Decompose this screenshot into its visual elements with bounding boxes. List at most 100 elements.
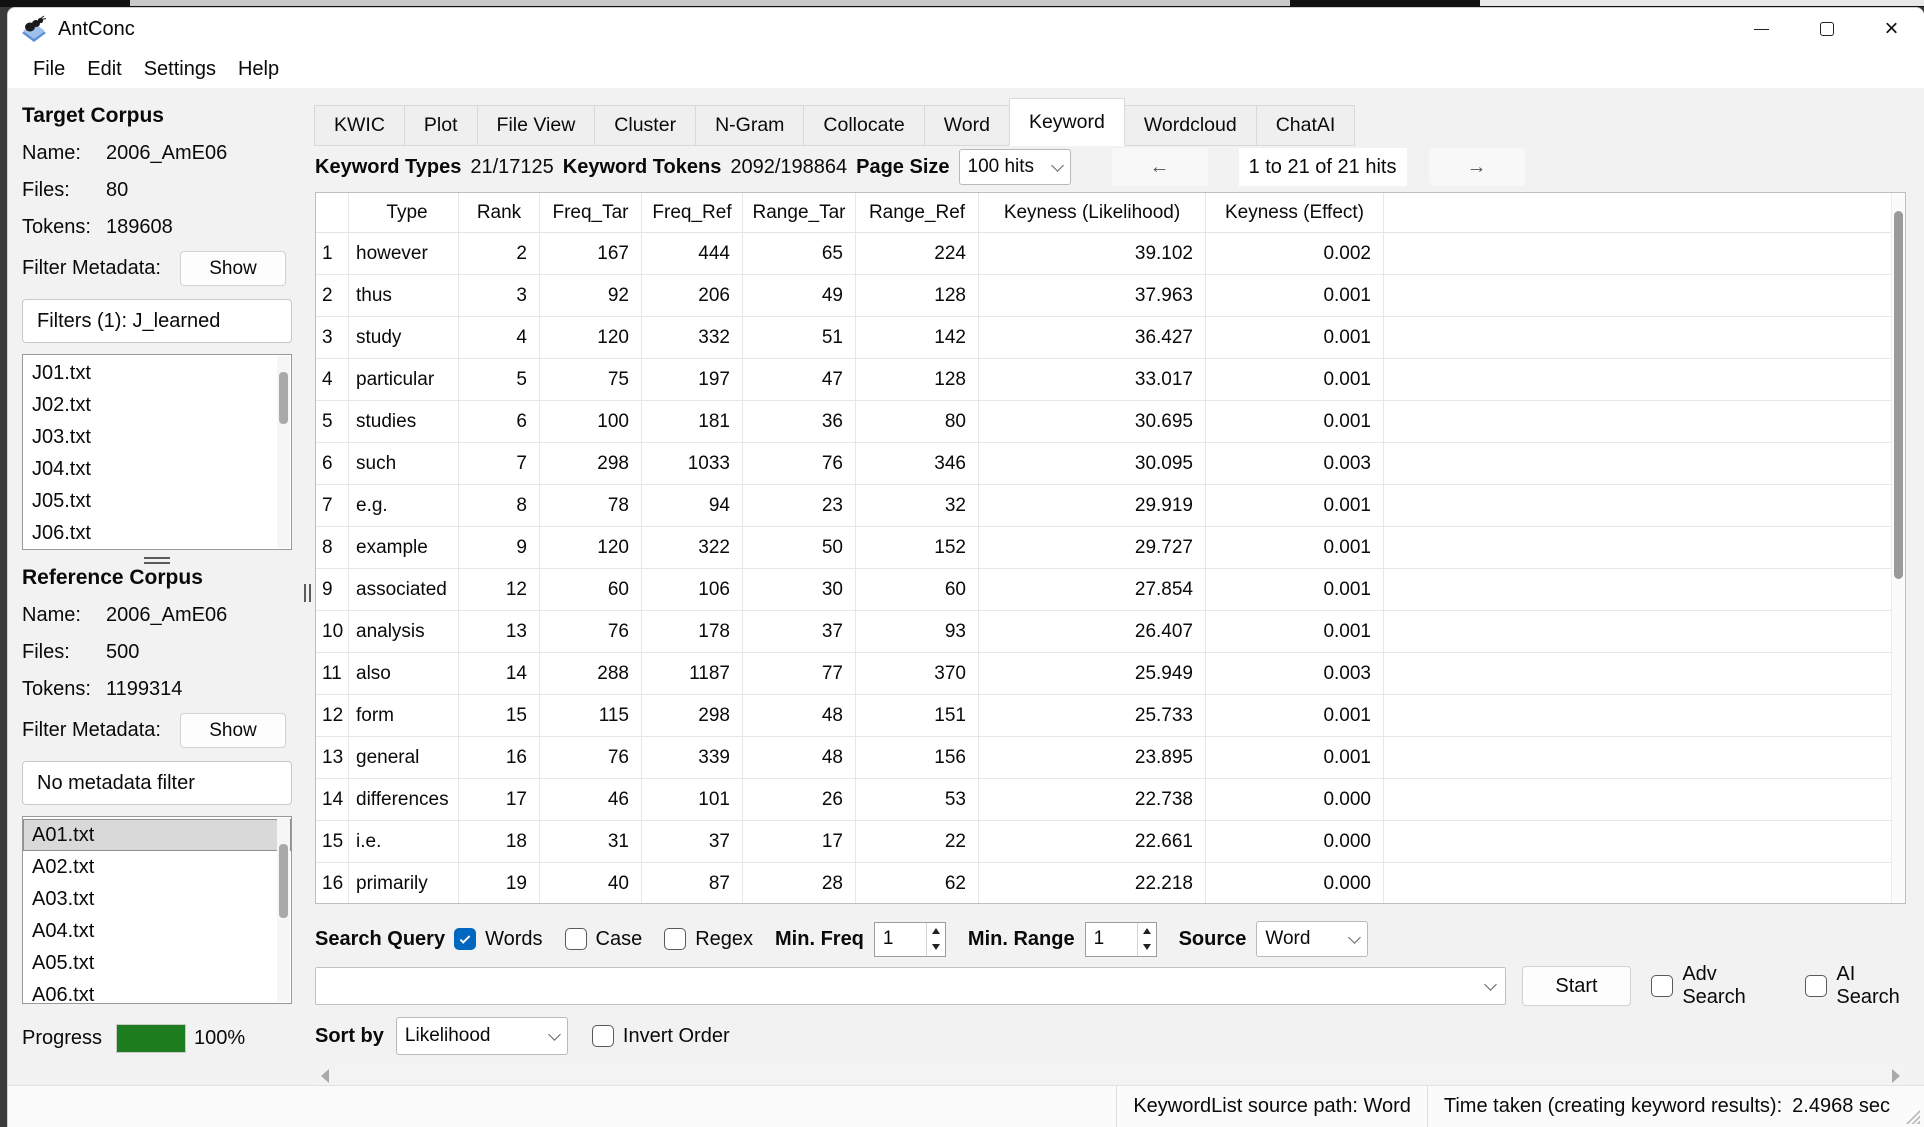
list-item[interactable]: J06.txt (23, 517, 291, 549)
target-filter-summary[interactable]: Filters (1): J_learned (22, 299, 292, 343)
close-button[interactable]: × (1859, 8, 1924, 50)
sort-by-select[interactable]: Likelihood (396, 1017, 568, 1055)
list-item[interactable]: A03.txt (23, 883, 291, 915)
reference-filter-summary[interactable]: No metadata filter (22, 761, 292, 805)
list-item[interactable]: A04.txt (23, 915, 291, 947)
table-vertical-scrollbar[interactable] (1891, 193, 1905, 903)
column-header[interactable]: Range_Ref (856, 193, 979, 232)
tab[interactable]: Wordcloud (1124, 105, 1257, 146)
minimize-button[interactable] (1729, 8, 1794, 50)
tab[interactable]: Word (924, 105, 1010, 146)
table-row[interactable]: 5 studies 6 100 181 36 80 30.695 0.001 (316, 401, 1905, 443)
list-item[interactable]: J05.txt (23, 485, 291, 517)
horizontal-splitter-handle[interactable] (144, 557, 170, 564)
table-row[interactable]: 12 form 15 115 298 48 151 25.733 0.001 (316, 695, 1905, 737)
page-size-select[interactable]: 100 hits (959, 149, 1071, 185)
list-item[interactable]: A05.txt (23, 947, 291, 979)
table-row[interactable]: 11 also 14 288 1187 77 370 25.949 0.003 (316, 653, 1905, 695)
column-header[interactable]: Keyness (Effect) (1206, 193, 1384, 232)
column-header[interactable]: Range_Tar (743, 193, 856, 232)
tab[interactable]: Plot (404, 105, 478, 146)
table-row[interactable]: 6 such 7 298 1033 76 346 30.095 0.003 (316, 443, 1905, 485)
spin-down-icon[interactable] (927, 939, 945, 956)
spin-up-icon[interactable] (1138, 923, 1156, 940)
sort-row: Sort by Likelihood Invert Order (315, 1016, 1924, 1056)
vertical-splitter-handle[interactable] (304, 584, 311, 602)
min-freq-label: Min. Freq (775, 928, 864, 951)
list-item[interactable]: J01.txt (23, 357, 291, 389)
column-header[interactable]: Freq_Tar (540, 193, 642, 232)
adv-search-checkbox[interactable] (1651, 975, 1673, 997)
source-label: Source (1179, 928, 1247, 951)
tab[interactable]: ChatAI (1256, 105, 1356, 146)
column-header[interactable]: Keyness (Likelihood) (979, 193, 1206, 232)
previous-page-button[interactable]: ← (1112, 148, 1208, 186)
regex-checkbox[interactable] (664, 928, 686, 950)
tab[interactable]: File View (477, 105, 596, 146)
pane-divider[interactable] (300, 88, 315, 1085)
search-options-row: Search Query Words Case Regex Min. Freq … (315, 920, 1924, 958)
source-select[interactable]: Word (1256, 921, 1368, 957)
table-row[interactable]: 13 general 16 76 339 48 156 23.895 0.001 (316, 737, 1905, 779)
list-item[interactable]: A02.txt (23, 851, 291, 883)
menu-item[interactable]: Edit (76, 54, 132, 85)
check-icon (460, 933, 471, 944)
menu-item[interactable]: Settings (133, 54, 227, 85)
resize-grip[interactable] (1904, 1108, 1920, 1124)
scrollbar-thumb[interactable] (279, 844, 288, 918)
table-row[interactable]: 3 study 4 120 332 51 142 36.427 0.001 (316, 317, 1905, 359)
table-row[interactable]: 9 associated 12 60 106 30 60 27.854 0.00… (316, 569, 1905, 611)
list-item[interactable]: A01.txt (23, 819, 291, 851)
list-item[interactable]: J04.txt (23, 453, 291, 485)
table-row[interactable]: 15 i.e. 18 31 37 17 22 22.661 0.000 (316, 821, 1905, 863)
tab[interactable]: Keyword (1009, 98, 1125, 146)
list-item[interactable]: A06.txt (23, 979, 291, 1004)
tab[interactable]: N-Gram (695, 105, 804, 146)
spin-down-icon[interactable] (1138, 939, 1156, 956)
list-item[interactable]: J03.txt (23, 421, 291, 453)
ai-search-checkbox[interactable] (1805, 975, 1827, 997)
progress-bar (116, 1024, 186, 1053)
words-checkbox[interactable] (454, 928, 476, 950)
target-file-list-scrollbar[interactable] (277, 356, 290, 548)
table-row[interactable]: 8 example 9 120 322 50 152 29.727 0.001 (316, 527, 1905, 569)
table-row[interactable]: 16 primarily 19 40 87 28 62 22.218 0.000 (316, 863, 1905, 904)
start-button[interactable]: Start (1522, 966, 1632, 1006)
scrollbar-thumb[interactable] (279, 372, 288, 424)
table-row[interactable]: 4 particular 5 75 197 47 128 33.017 0.00… (316, 359, 1905, 401)
column-header[interactable]: Rank (459, 193, 540, 232)
table-row[interactable]: 7 e.g. 8 78 94 23 32 29.919 0.001 (316, 485, 1905, 527)
menu-item[interactable]: Help (227, 54, 290, 85)
table-header-row: Type Rank Freq_Tar Freq_Ref Range_Tar Ra… (316, 193, 1905, 233)
scroll-right-icon[interactable] (1892, 1069, 1900, 1083)
case-checkbox[interactable] (565, 928, 587, 950)
table-row[interactable]: 10 analysis 13 76 178 37 93 26.407 0.001 (316, 611, 1905, 653)
min-range-stepper[interactable]: 1 (1085, 922, 1157, 957)
column-header[interactable]: Freq_Ref (642, 193, 743, 232)
reference-tokens-value: 1199314 (106, 678, 182, 701)
target-corpus-heading: Target Corpus (22, 104, 292, 128)
min-freq-stepper[interactable]: 1 (874, 922, 946, 957)
reference-files-label: Files: (22, 641, 106, 664)
reference-show-metadata-button[interactable]: Show (180, 713, 286, 748)
table-row[interactable]: 1 however 2 167 444 65 224 39.102 0.002 (316, 233, 1905, 275)
table-row[interactable]: 2 thus 3 92 206 49 128 37.963 0.001 (316, 275, 1905, 317)
invert-order-checkbox[interactable] (592, 1025, 614, 1047)
search-query-input[interactable] (315, 967, 1506, 1005)
maximize-button[interactable] (1794, 8, 1859, 50)
list-item[interactable]: J02.txt (23, 389, 291, 421)
scroll-left-icon[interactable] (321, 1069, 329, 1083)
target-show-metadata-button[interactable]: Show (180, 251, 286, 286)
scrollbar-thumb[interactable] (1894, 211, 1903, 579)
spin-up-icon[interactable] (927, 923, 945, 940)
antconc-logo-icon (20, 15, 48, 43)
next-page-button[interactable]: → (1429, 148, 1525, 186)
reference-file-list-scrollbar[interactable] (277, 818, 290, 1002)
column-header[interactable]: Type (349, 193, 459, 232)
menu-item[interactable]: File (22, 54, 76, 85)
maximize-icon (1820, 22, 1834, 36)
tab[interactable]: Collocate (803, 105, 924, 146)
tab[interactable]: KWIC (314, 105, 405, 146)
tab[interactable]: Cluster (594, 105, 696, 146)
table-row[interactable]: 14 differences 17 46 101 26 53 22.738 0.… (316, 779, 1905, 821)
